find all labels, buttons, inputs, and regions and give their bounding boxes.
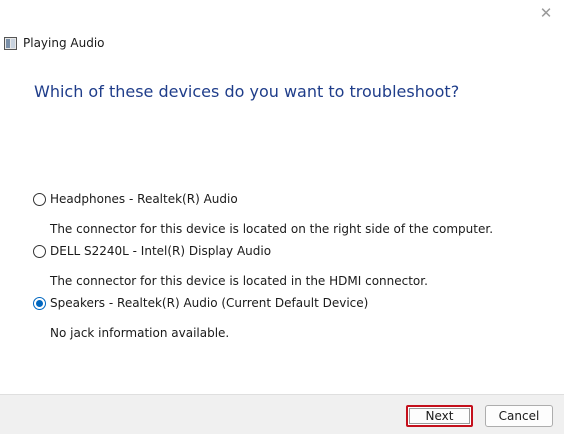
device-option-dell-display[interactable]: DELL S2240L - Intel(R) Display Audio (33, 244, 271, 258)
troubleshooter-window: ✕ Playing Audio Which of these devices d… (0, 0, 564, 434)
device-option-speakers[interactable]: Speakers - Realtek(R) Audio (Current Def… (33, 296, 368, 310)
next-button[interactable]: Next (406, 405, 473, 427)
radio-button[interactable] (33, 244, 46, 258)
device-option-label[interactable]: DELL S2240L - Intel(R) Display Audio (50, 244, 271, 258)
title-row: Playing Audio (4, 35, 105, 51)
device-option-label[interactable]: Speakers - Realtek(R) Audio (Current Def… (50, 296, 368, 310)
device-option-label[interactable]: Headphones - Realtek(R) Audio (50, 192, 238, 206)
device-description: The connector for this device is located… (50, 274, 428, 288)
device-option-headphones[interactable]: Headphones - Realtek(R) Audio (33, 192, 238, 206)
button-bar: Next Cancel (0, 394, 564, 434)
cancel-button[interactable]: Cancel (485, 405, 553, 427)
radio-button[interactable] (33, 192, 46, 206)
close-icon[interactable]: ✕ (536, 4, 556, 22)
troubleshooter-app-icon (4, 36, 17, 50)
device-description: The connector for this device is located… (50, 222, 494, 236)
page-heading: Which of these devices do you want to tr… (34, 82, 460, 101)
radio-button-selected[interactable] (33, 296, 46, 310)
window-title: Playing Audio (23, 36, 105, 50)
device-description: No jack information available. (50, 326, 230, 340)
